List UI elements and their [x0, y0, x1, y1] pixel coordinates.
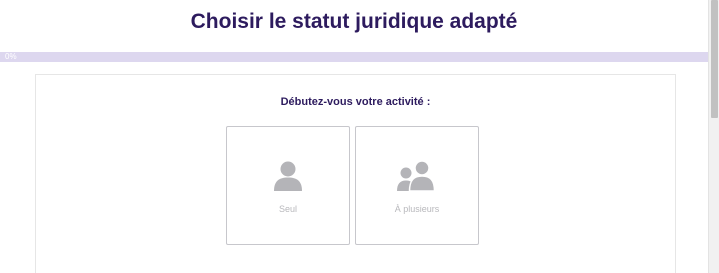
option-plusieurs-label: À plusieurs	[394, 204, 440, 214]
page: Choisir le statut juridique adapté 0% Dé…	[0, 0, 719, 273]
progress-bar: 0%	[0, 52, 708, 62]
group-people-icon	[356, 160, 478, 192]
vertical-scrollbar[interactable]	[708, 0, 719, 273]
option-seul-label: Seul	[278, 204, 297, 214]
main-content: Choisir le statut juridique adapté 0% Dé…	[0, 0, 708, 273]
scrollbar-thumb[interactable]	[711, 0, 718, 118]
question-label: Débutez-vous votre activité :	[280, 96, 431, 108]
page-title: Choisir le statut juridique adapté	[190, 10, 518, 33]
question-card: Débutez-vous votre activité : Seul À plu…	[35, 74, 676, 273]
progress-label: 0%	[5, 52, 17, 61]
option-plusieurs-button[interactable]: À plusieurs	[355, 126, 479, 245]
single-person-icon	[227, 160, 349, 192]
option-seul-button[interactable]: Seul	[226, 126, 350, 245]
